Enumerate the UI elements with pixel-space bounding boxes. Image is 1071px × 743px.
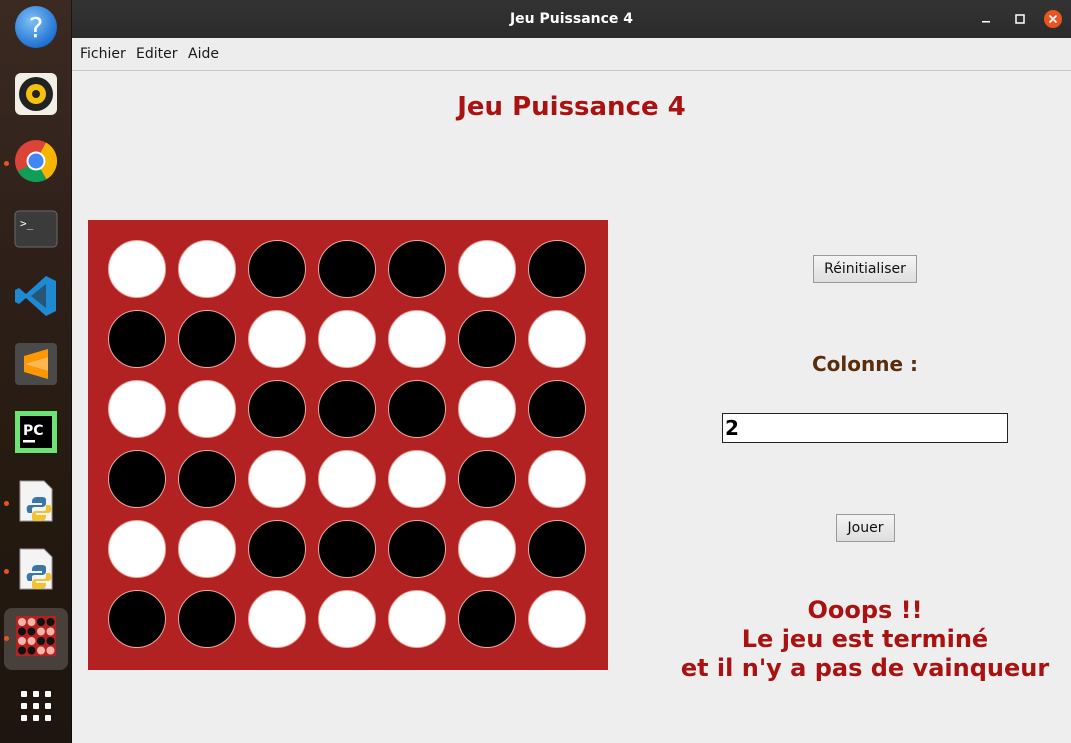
board-cell-white <box>248 310 306 368</box>
svg-text:?: ? <box>29 11 44 44</box>
menu-fichier[interactable]: Fichier <box>80 46 126 62</box>
window-title: Jeu Puissance 4 <box>509 11 634 27</box>
board-cell-black <box>108 310 166 368</box>
reset-button[interactable]: Réinitialiser <box>813 255 917 283</box>
dock-item-python-file[interactable] <box>0 471 72 535</box>
app-window: Jeu Puissance 4 Fichier Editer Aide Jeu … <box>72 0 1071 743</box>
board-cell-black <box>108 450 166 508</box>
result-line: Ooops !! <box>807 596 923 624</box>
menu-aide[interactable]: Aide <box>188 46 219 62</box>
game-board[interactable] <box>88 220 608 670</box>
column-label: Colonne : <box>811 352 918 376</box>
board-cell-black <box>178 590 236 648</box>
chrome-icon <box>15 140 58 183</box>
board-cell-white <box>108 520 166 578</box>
board-cell-black <box>318 380 376 438</box>
board-cell-black <box>458 450 516 508</box>
board-cell-white <box>528 310 586 368</box>
dock: ? >_ PC <box>0 0 72 743</box>
board-cell-white <box>388 450 446 508</box>
board-cell-white <box>458 380 516 438</box>
python-file-icon <box>19 548 53 590</box>
dock-item-pycharm[interactable]: PC <box>0 402 72 466</box>
python-file-icon <box>19 480 53 522</box>
result-message: Ooops !! Le jeu est terminé et il n'y a … <box>665 596 1065 683</box>
minimize-button[interactable] <box>977 10 995 28</box>
dock-item-help[interactable]: ? <box>0 0 72 61</box>
board-cell-white <box>318 590 376 648</box>
board-cell-white <box>458 240 516 298</box>
running-indicator <box>4 569 9 574</box>
pycharm-icon: PC <box>15 411 57 453</box>
svg-text:>_: >_ <box>20 217 34 230</box>
board-cell-black <box>178 310 236 368</box>
board-cell-black <box>528 240 586 298</box>
board-cell-black <box>388 380 446 438</box>
board-cell-white <box>178 520 236 578</box>
title-bar[interactable]: Jeu Puissance 4 <box>72 0 1071 38</box>
board-cell-white <box>528 590 586 648</box>
running-indicator <box>4 501 9 506</box>
board-cell-white <box>388 590 446 648</box>
running-indicator <box>4 161 9 166</box>
terminal-icon: >_ <box>14 210 58 248</box>
result-line: Le jeu est terminé <box>741 625 989 653</box>
board-cell-black <box>458 590 516 648</box>
menu-bar: Fichier Editer Aide <box>72 38 1071 71</box>
vscode-icon <box>15 276 56 316</box>
dock-item-terminal[interactable]: >_ <box>0 199 72 263</box>
dock-item-chrome[interactable] <box>0 131 72 195</box>
app-grid-icon <box>21 691 51 721</box>
dock-item-sublime-text[interactable] <box>0 334 72 398</box>
sublime-text-icon <box>15 343 57 385</box>
board-cell-black <box>458 310 516 368</box>
board-cell-white <box>108 240 166 298</box>
menu-editer[interactable]: Editer <box>136 46 177 62</box>
svg-text:PC: PC <box>23 423 44 439</box>
board-cell-white <box>458 520 516 578</box>
dock-item-vscode[interactable] <box>0 266 72 330</box>
connect4-app-icon <box>16 616 56 656</box>
close-button[interactable] <box>1044 10 1062 28</box>
help-icon: ? <box>15 6 57 48</box>
board-cell-black <box>248 380 306 438</box>
board-cell-white <box>178 380 236 438</box>
rhythmbox-icon <box>15 73 57 115</box>
dock-item-rhythmbox[interactable] <box>0 64 72 128</box>
dock-item-python-file[interactable] <box>0 539 72 603</box>
board-cell-black <box>388 240 446 298</box>
maximize-button[interactable] <box>1011 10 1029 28</box>
board-cell-black <box>178 450 236 508</box>
board-cell-white <box>178 240 236 298</box>
board-cell-black <box>248 240 306 298</box>
board-cell-black <box>108 590 166 648</box>
dock-item-connect4[interactable] <box>0 606 72 670</box>
board-cell-white <box>388 310 446 368</box>
board-cell-white <box>318 450 376 508</box>
column-input[interactable] <box>722 413 1008 443</box>
board-cell-white <box>248 450 306 508</box>
game-title: Jeu Puissance 4 <box>457 92 686 122</box>
board-cell-white <box>248 590 306 648</box>
board-cell-white <box>318 310 376 368</box>
board-cell-black <box>318 520 376 578</box>
running-indicator <box>4 636 9 641</box>
play-button[interactable]: Jouer <box>836 514 895 542</box>
board-cell-white <box>108 380 166 438</box>
board-cell-black <box>388 520 446 578</box>
board-cell-black <box>528 520 586 578</box>
result-line: et il n'y a pas de vainqueur <box>680 654 1050 682</box>
dock-item-show-applications[interactable] <box>0 676 72 740</box>
board-cell-black <box>528 380 586 438</box>
board-cell-white <box>528 450 586 508</box>
board-cell-black <box>318 240 376 298</box>
board-cell-black <box>248 520 306 578</box>
